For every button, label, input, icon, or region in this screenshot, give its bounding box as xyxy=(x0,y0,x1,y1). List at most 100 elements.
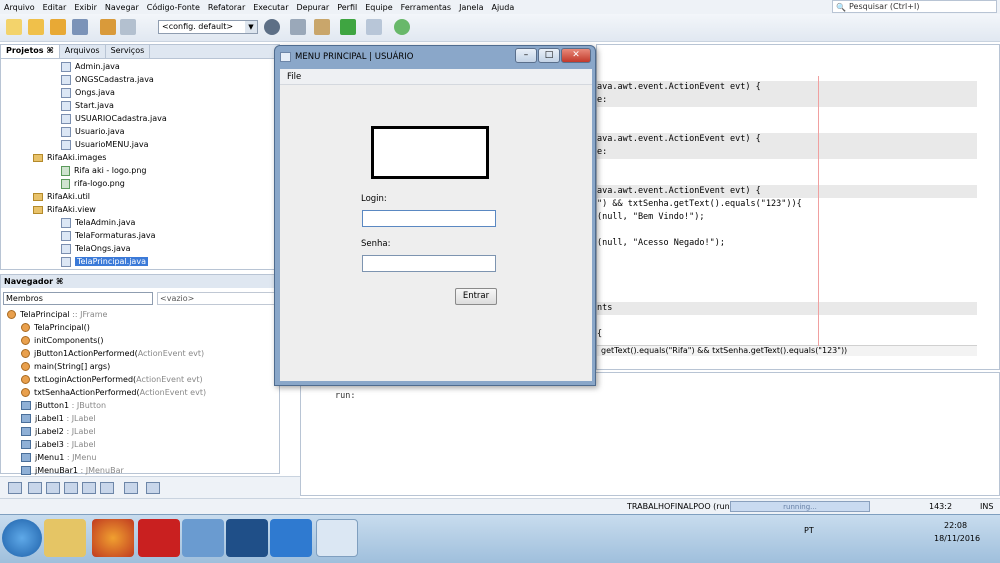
password-field[interactable] xyxy=(362,255,496,272)
navigator-item[interactable]: jButton1 : JButton xyxy=(21,399,106,412)
progress-bar[interactable]: running... xyxy=(730,501,870,512)
navigator-item[interactable]: jMenu1 : JMenu xyxy=(21,451,96,464)
method-icon xyxy=(21,375,30,384)
code-editor[interactable]: ava.awt.event.ActionEvent evt) {e: ava.aw… xyxy=(596,44,1000,370)
entrar-button[interactable]: Entrar xyxy=(455,288,497,305)
navigator-item-type: : JLabel xyxy=(63,414,96,423)
undo-icon[interactable] xyxy=(100,19,116,35)
field-icon xyxy=(21,427,31,436)
menu-item[interactable]: Ajuda xyxy=(487,3,518,12)
grid-icon[interactable] xyxy=(146,482,160,494)
navigator-item[interactable]: initComponents() xyxy=(21,334,104,347)
menu-item[interactable]: Arquivo xyxy=(0,3,39,12)
tree-item[interactable]: Ongs.java xyxy=(61,86,115,99)
run-icon[interactable] xyxy=(340,19,356,35)
menu-item[interactable]: Equipe xyxy=(361,3,396,12)
menu-file[interactable]: File xyxy=(287,72,301,82)
tree-item[interactable]: Admin.java xyxy=(61,60,120,73)
config-value: <config. default> xyxy=(162,22,234,31)
align-center-icon[interactable] xyxy=(46,482,60,494)
menu-item[interactable]: Perfil xyxy=(333,3,361,12)
code-line: ") && txtSenha.getText().equals("123")){ xyxy=(597,199,802,209)
align-bottom-icon[interactable] xyxy=(100,482,114,494)
explorer-icon[interactable] xyxy=(44,519,86,557)
navigator-item[interactable]: txtSenhaActionPerformed(ActionEvent evt) xyxy=(21,386,206,399)
tree-item[interactable]: TelaFormaturas.java xyxy=(61,229,156,242)
ide-toolbar xyxy=(0,14,1000,42)
tree-item[interactable]: ONGSCadastra.java xyxy=(61,73,154,86)
tree-item[interactable]: TelaPrincipal.java xyxy=(61,255,148,268)
align-top-icon[interactable] xyxy=(82,482,96,494)
save-all-icon[interactable] xyxy=(72,19,88,35)
tree-item[interactable]: Rifa aki - logo.png xyxy=(61,164,147,177)
acrobat-icon[interactable] xyxy=(138,519,180,557)
menu-item[interactable]: Janela xyxy=(455,3,487,12)
navigator-item[interactable]: jButton1ActionPerformed(ActionEvent evt) xyxy=(21,347,204,360)
menu-item[interactable]: Editar xyxy=(39,3,71,12)
menu-item[interactable]: Depurar xyxy=(293,3,334,12)
tree-item[interactable]: rifa-logo.png xyxy=(61,177,125,190)
login-field[interactable] xyxy=(362,210,496,227)
tab-projects[interactable]: Projetos ⌘ xyxy=(1,45,60,58)
new-file-icon[interactable] xyxy=(6,19,22,35)
open-project-icon[interactable] xyxy=(50,19,66,35)
tab-services[interactable]: Serviços xyxy=(106,45,151,58)
navigator-item[interactable]: jLabel2 : JLabel xyxy=(21,425,96,438)
resize-icon[interactable] xyxy=(124,482,138,494)
search-icon: 🔍 xyxy=(836,3,846,12)
navigator-item[interactable]: TelaPrincipal :: JFrame xyxy=(7,308,107,321)
menu-item[interactable]: Refatorar xyxy=(204,3,249,12)
start-button-icon[interactable] xyxy=(2,519,42,557)
package-icon xyxy=(33,153,43,162)
target-icon[interactable] xyxy=(264,19,280,35)
tree-item-label: Start.java xyxy=(75,101,114,110)
navigator-item[interactable]: main(String[] args) xyxy=(21,360,110,373)
tab-files[interactable]: Arquivos xyxy=(60,45,106,58)
config-select[interactable]: <config. default> ▼ xyxy=(158,20,258,34)
minimize-button[interactable]: – xyxy=(515,48,537,63)
tree-item[interactable]: USUARIOCadastra.java xyxy=(61,112,167,125)
close-button[interactable]: ✕ xyxy=(561,48,591,63)
tree-item[interactable]: TelaAdmin.java xyxy=(61,216,135,229)
java-icon[interactable] xyxy=(316,519,358,557)
navigator-item[interactable]: TelaPrincipal() xyxy=(21,321,90,334)
tree-item[interactable]: RifaAki.images xyxy=(33,151,106,164)
firefox-icon[interactable] xyxy=(92,519,134,557)
tree-item[interactable]: TelaOngs.java xyxy=(61,242,131,255)
java-file-icon xyxy=(61,113,71,124)
align-left-icon[interactable] xyxy=(28,482,42,494)
method-icon xyxy=(21,349,30,358)
debug-icon[interactable] xyxy=(366,19,382,35)
language-indicator[interactable]: PT xyxy=(804,526,814,535)
method-icon xyxy=(21,362,30,371)
navigator-item[interactable]: jLabel1 : JLabel xyxy=(21,412,96,425)
tree-item[interactable]: RifaAki.util xyxy=(33,190,90,203)
menu-item[interactable]: Navegar xyxy=(101,3,143,12)
menu-item[interactable]: Ferramentas xyxy=(397,3,455,12)
build-icon[interactable] xyxy=(290,19,306,35)
navigator-item-name: main(String[] args) xyxy=(34,362,111,371)
menu-item[interactable]: Executar xyxy=(249,3,292,12)
palette-icon[interactable] xyxy=(8,482,22,494)
navigator-item[interactable]: txtLoginActionPerformed(ActionEvent evt) xyxy=(21,373,203,386)
redo-icon[interactable] xyxy=(120,19,136,35)
navigator-item-name: jMenu1 xyxy=(35,453,65,462)
tree-item[interactable]: RifaAki.view xyxy=(33,203,96,216)
tree-item[interactable]: UsuarioMENU.java xyxy=(61,138,149,151)
tree-item[interactable]: Start.java xyxy=(61,99,114,112)
tree-item[interactable]: Usuario.java xyxy=(61,125,125,138)
navigator-item[interactable]: jLabel3 : JLabel xyxy=(21,438,96,451)
menu-item[interactable]: Código-Fonte xyxy=(143,3,204,12)
clean-build-icon[interactable] xyxy=(314,19,330,35)
menu-item[interactable]: Exibir xyxy=(70,3,101,12)
profile-icon[interactable] xyxy=(394,19,410,35)
new-project-icon[interactable] xyxy=(28,19,44,35)
align-right-icon[interactable] xyxy=(64,482,78,494)
app-icon[interactable] xyxy=(226,519,268,557)
ie-icon[interactable] xyxy=(270,519,312,557)
network-icon[interactable] xyxy=(182,519,224,557)
members-select[interactable]: Membros xyxy=(3,292,153,305)
search-input[interactable]: 🔍 Pesquisar (Ctrl+I) xyxy=(832,0,997,13)
maximize-button[interactable]: □ xyxy=(538,48,560,63)
empty-select[interactable]: <vazio> xyxy=(157,292,279,305)
